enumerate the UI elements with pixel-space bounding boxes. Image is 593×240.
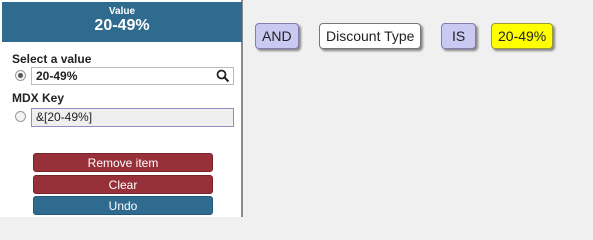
value-search-input[interactable]: 20-49% [31, 67, 234, 85]
select-value-label: Select a value [12, 52, 92, 66]
value-search-text: 20-49% [36, 69, 78, 83]
value-panel: Value 20-49% Select a value 20-49% MDX K… [0, 0, 243, 217]
discount-type-field-chip[interactable]: Discount Type [319, 23, 422, 49]
panel-header-caption: Value [108, 6, 136, 17]
mdx-key-radio[interactable] [15, 111, 26, 122]
clear-button[interactable]: Clear [33, 175, 213, 194]
mdx-key-field[interactable]: &[20-49%] [31, 108, 234, 127]
panel-header-value: 20-49% [94, 17, 150, 34]
undo-button[interactable]: Undo [33, 196, 213, 215]
remove-item-button[interactable]: Remove item [33, 153, 213, 172]
and-operator-chip[interactable]: AND [255, 23, 299, 49]
mdx-key-label: MDX Key [12, 91, 65, 105]
search-icon[interactable] [216, 69, 230, 83]
panel-header: Value 20-49% [2, 2, 242, 42]
select-value-radio[interactable] [15, 70, 26, 81]
value-chip[interactable]: 20-49% [491, 23, 554, 49]
filter-editor: Value 20-49% Select a value 20-49% MDX K… [0, 0, 593, 217]
is-operator-chip[interactable]: IS [441, 23, 477, 49]
